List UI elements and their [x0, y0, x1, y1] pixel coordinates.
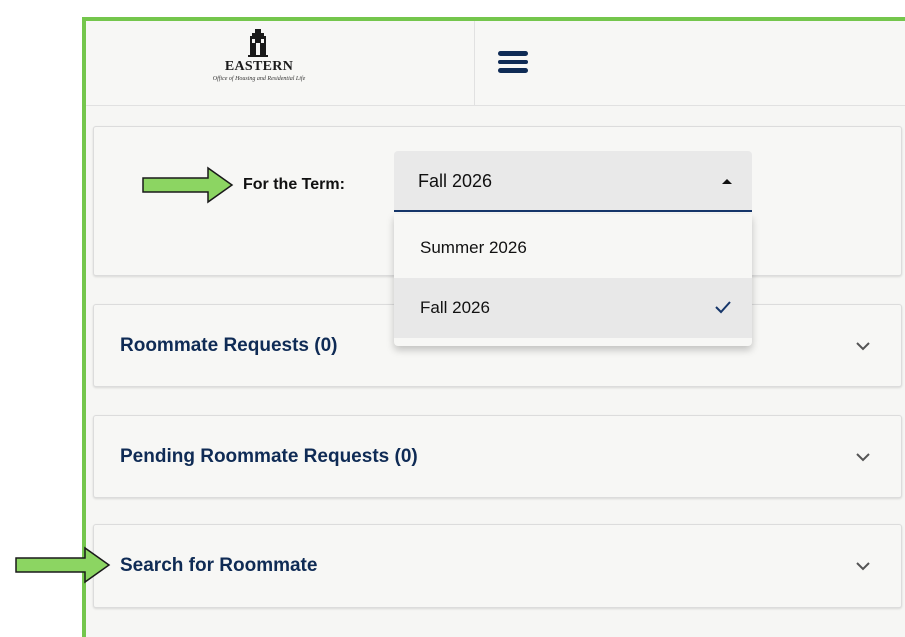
checkmark-icon: [715, 301, 731, 314]
arrow-right-icon: [142, 166, 234, 204]
logo[interactable]: EASTERN Office of Housing and Residentia…: [86, 21, 475, 105]
search-for-roommate-panel[interactable]: Search for Roommate: [93, 524, 902, 608]
app-header: EASTERN Office of Housing and Residentia…: [86, 21, 905, 106]
term-option-fall-2026[interactable]: Fall 2026: [394, 278, 752, 338]
chevron-down-icon: [856, 341, 870, 350]
chevron-down-icon: [856, 562, 870, 571]
term-dropdown-menu: Summer 2026 Fall 2026: [394, 214, 752, 346]
logo-subtitle: Office of Housing and Residential Life: [212, 76, 306, 82]
panel-title: Pending Roommate Requests (0): [120, 445, 418, 467]
option-label: Fall 2026: [420, 298, 490, 317]
building-icon: [248, 29, 268, 57]
term-option-summer-2026[interactable]: Summer 2026: [394, 218, 752, 278]
logo-name: EASTERN: [224, 59, 294, 74]
option-label: Summer 2026: [420, 238, 527, 257]
chevron-down-icon: [856, 452, 870, 461]
panel-title: Roommate Requests (0): [120, 334, 338, 356]
hamburger-icon[interactable]: [498, 51, 528, 73]
arrow-right-icon: [15, 546, 111, 584]
panel-title: Search for Roommate: [120, 555, 318, 576]
pending-roommate-requests-panel[interactable]: Pending Roommate Requests (0): [93, 415, 902, 498]
caret-up-icon: [722, 179, 732, 184]
term-select-value: Fall 2026: [418, 171, 493, 191]
term-label: For the Term:: [243, 176, 345, 193]
term-select[interactable]: Fall 2026: [394, 151, 752, 212]
